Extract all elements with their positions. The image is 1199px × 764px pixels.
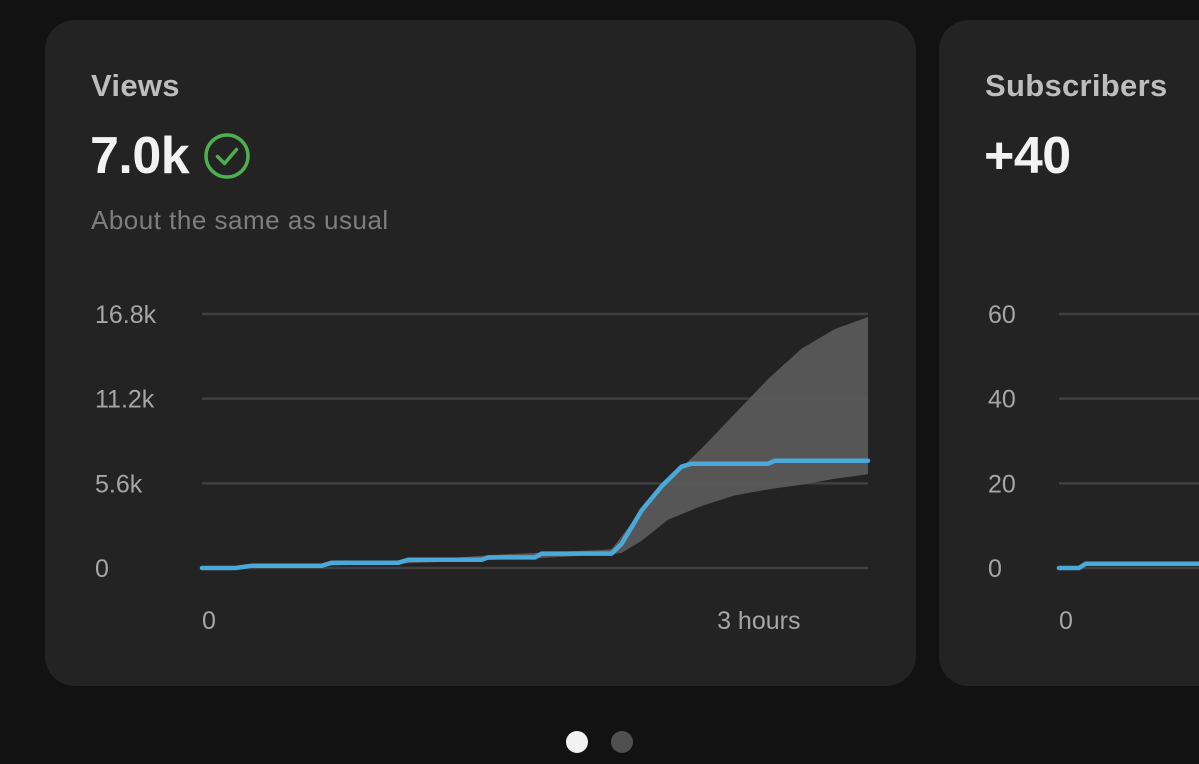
views-chart: 16.8k 11.2k 5.6k 0 0 3 hours — [95, 301, 871, 635]
y-tick-label: 20 — [988, 470, 1016, 498]
subscribers-card[interactable]: Subscribers +40 60 40 20 0 0 — [939, 20, 1199, 686]
analytics-carousel: Views 7.0k About the same as usual 16.8k… — [0, 0, 1199, 764]
y-tick-label: 60 — [988, 301, 1016, 329]
x-tick-label: 3 hours — [717, 607, 800, 635]
y-tick-label: 11.2k — [95, 386, 155, 414]
y-tick-label: 16.8k — [95, 301, 157, 329]
typical-range-band — [202, 317, 868, 568]
y-tick-label: 40 — [988, 386, 1016, 414]
y-tick-label: 5.6k — [95, 470, 143, 498]
carousel-pagination — [0, 730, 1199, 754]
page-dot-1[interactable] — [566, 731, 588, 753]
y-tick-label: 0 — [95, 555, 109, 583]
page-dot-2[interactable] — [611, 731, 633, 753]
views-card[interactable]: Views 7.0k About the same as usual 16.8k… — [45, 20, 916, 686]
subscribers-chart: 60 40 20 0 0 — [988, 301, 1199, 635]
y-tick-label: 0 — [988, 555, 1002, 583]
x-tick-label: 0 — [202, 607, 216, 635]
x-tick-label: 0 — [1059, 607, 1073, 635]
